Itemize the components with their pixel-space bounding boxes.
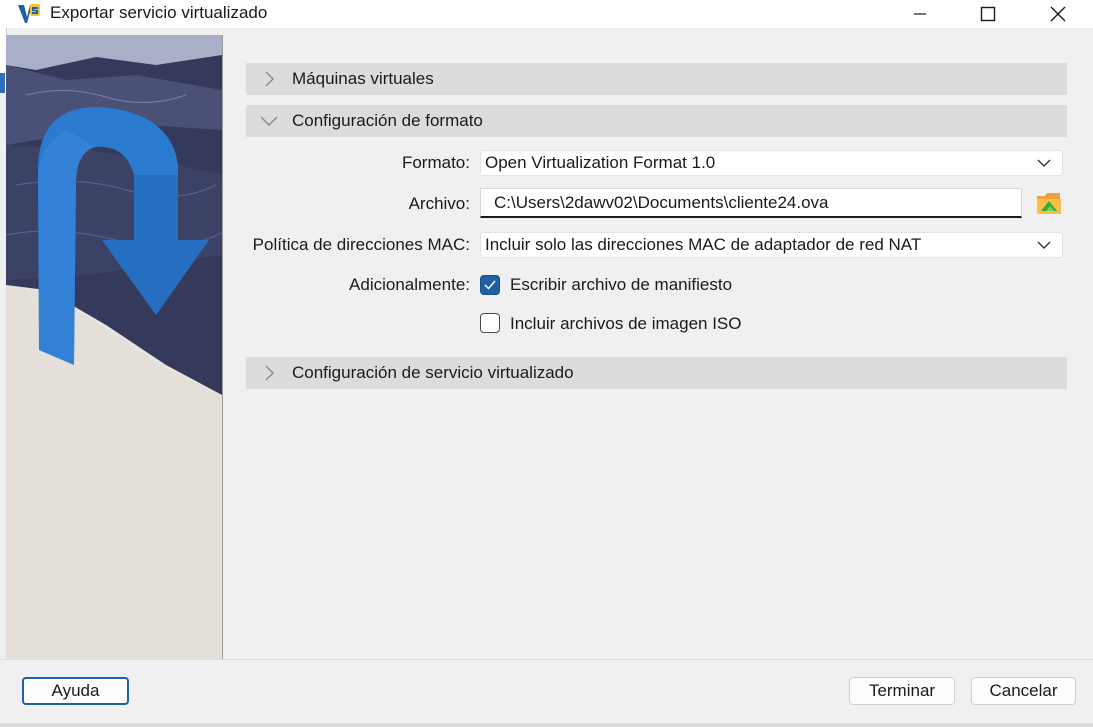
minimize-icon (914, 13, 926, 15)
format-label: Formato: (401, 153, 470, 172)
browse-file-button[interactable] (1035, 189, 1063, 217)
window-title: Exportar servicio virtualizado (50, 3, 268, 22)
file-label: Archivo: (408, 194, 470, 213)
chevron-down-icon (1037, 241, 1051, 249)
section-format-settings[interactable]: Configuración de formato (246, 105, 1067, 137)
file-path-input[interactable]: C:\Users\2dawv02\Documents\cliente24.ova (480, 188, 1022, 218)
close-icon (1050, 6, 1066, 22)
window-bottom-edge (0, 723, 1093, 727)
section-label: Máquinas virtuales (292, 69, 434, 88)
chevron-right-icon (246, 357, 292, 389)
cancel-button[interactable]: Cancelar (971, 677, 1076, 705)
finish-button[interactable]: Terminar (849, 677, 955, 705)
additional-label: Adicionalmente: (349, 275, 470, 294)
virtualbox-icon (17, 3, 41, 25)
title-bar: Exportar servicio virtualizado (0, 0, 1093, 28)
format-select-value: Open Virtualization Format 1.0 (485, 153, 716, 172)
mac-policy-select[interactable]: Incluir solo las direcciones MAC de adap… (480, 232, 1063, 258)
chevron-right-icon (246, 63, 292, 95)
section-virtual-machines[interactable]: Máquinas virtuales (246, 63, 1067, 95)
background-window-accent (0, 73, 5, 93)
manifest-checkbox[interactable] (480, 275, 500, 295)
minimize-button[interactable] (890, 0, 950, 28)
iso-checkbox-label[interactable]: Incluir archivos de imagen ISO (510, 314, 742, 334)
file-path-value: C:\Users\2dawv02\Documents\cliente24.ova (494, 192, 829, 212)
checkmark-icon (484, 280, 496, 290)
manifest-checkbox-label[interactable]: Escribir archivo de manifiesto (510, 275, 732, 295)
chevron-down-icon (1037, 159, 1051, 167)
export-dialog-window: Exportar servicio virtualizado Máquinas … (0, 0, 1093, 727)
mac-policy-select-value: Incluir solo las direcciones MAC de adap… (485, 235, 922, 254)
folder-icon (1037, 193, 1061, 214)
mac-policy-label: Política de direcciones MAC: (252, 235, 470, 254)
chevron-down-icon (246, 105, 292, 137)
format-select[interactable]: Open Virtualization Format 1.0 (480, 150, 1063, 176)
section-label: Configuración de servicio virtualizado (292, 363, 574, 382)
help-button[interactable]: Ayuda (22, 677, 129, 705)
section-label: Configuración de formato (292, 111, 483, 130)
wizard-sidebar-image (6, 35, 222, 659)
close-button[interactable] (1028, 0, 1088, 28)
iso-checkbox[interactable] (480, 313, 500, 333)
maximize-icon (980, 6, 996, 22)
maximize-button[interactable] (958, 0, 1018, 28)
section-service-settings[interactable]: Configuración de servicio virtualizado (246, 357, 1067, 389)
